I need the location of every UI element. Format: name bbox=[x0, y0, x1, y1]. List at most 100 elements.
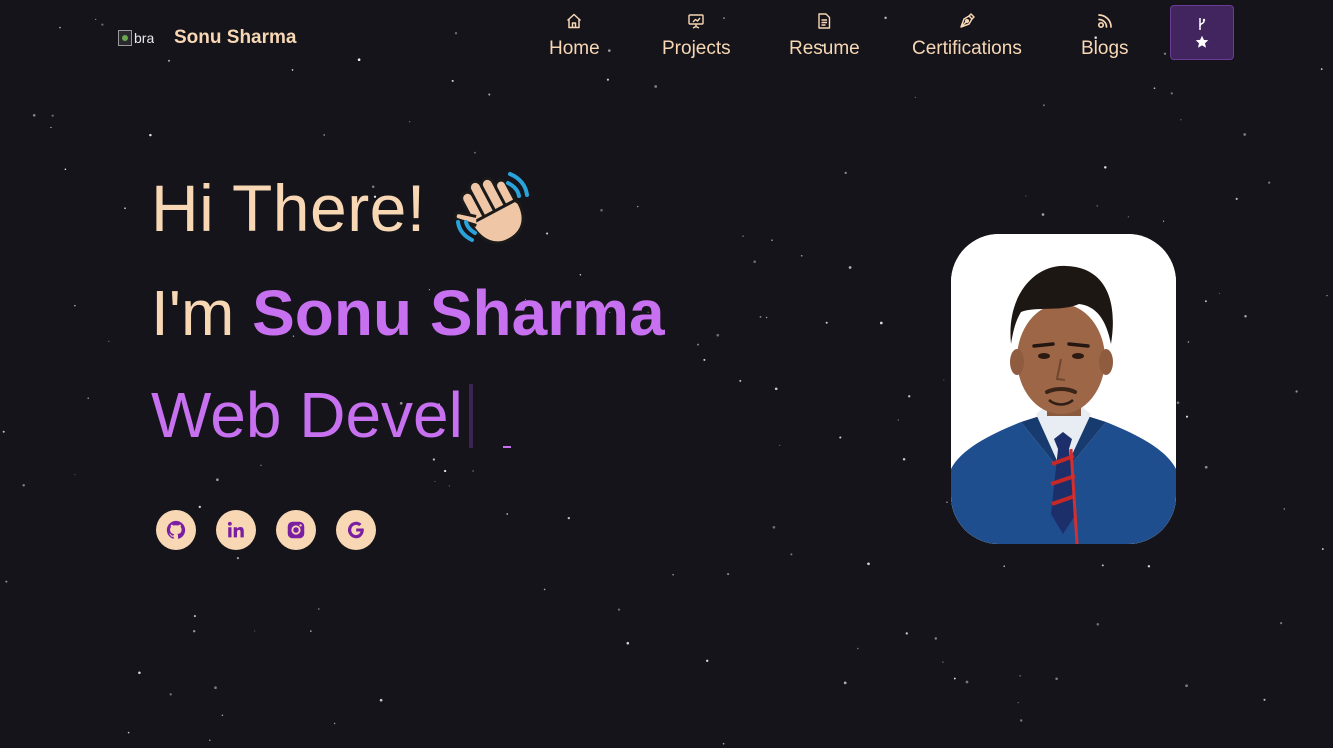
star bbox=[74, 304, 76, 307]
nav-home-label: Home bbox=[549, 38, 600, 59]
google-icon bbox=[347, 521, 364, 539]
star bbox=[216, 478, 219, 481]
google-link[interactable] bbox=[336, 510, 376, 550]
star bbox=[779, 444, 781, 446]
name-prefix: I'm bbox=[151, 277, 235, 349]
profile-photo bbox=[951, 234, 1176, 544]
star bbox=[1101, 564, 1104, 567]
typewriter-underscore bbox=[503, 446, 511, 448]
typed-text: Web Devel bbox=[151, 379, 463, 451]
star bbox=[1326, 295, 1328, 297]
star bbox=[1263, 698, 1266, 701]
nav-resume[interactable]: Resume bbox=[789, 12, 860, 60]
star bbox=[1104, 166, 1107, 169]
star bbox=[739, 379, 742, 382]
star bbox=[193, 630, 196, 633]
star bbox=[1096, 205, 1098, 207]
star bbox=[50, 126, 52, 129]
star bbox=[626, 641, 630, 645]
nav-resume-label: Resume bbox=[789, 38, 860, 59]
star bbox=[87, 397, 89, 399]
home-icon bbox=[565, 12, 583, 30]
brand-logo[interactable]: brand bbox=[118, 26, 154, 50]
star bbox=[1127, 216, 1129, 218]
star bbox=[697, 343, 699, 346]
brand-logo-alt-text: brand bbox=[134, 30, 154, 46]
star bbox=[209, 739, 211, 741]
star bbox=[1235, 197, 1238, 200]
star bbox=[1019, 675, 1021, 677]
star bbox=[765, 316, 768, 319]
star bbox=[443, 469, 447, 473]
star bbox=[848, 266, 852, 269]
star bbox=[32, 113, 36, 117]
star bbox=[472, 470, 474, 472]
star bbox=[22, 484, 25, 487]
star bbox=[722, 742, 725, 745]
star bbox=[774, 387, 778, 391]
star bbox=[236, 556, 240, 560]
github-link[interactable] bbox=[156, 510, 196, 550]
nav-home[interactable]: Home bbox=[549, 12, 600, 60]
nav-certifications-label: Certifications bbox=[912, 38, 1022, 59]
star bbox=[825, 321, 828, 324]
star bbox=[1268, 181, 1271, 184]
nav-projects-label: Projects bbox=[662, 38, 731, 59]
star bbox=[434, 480, 436, 482]
star bbox=[1163, 220, 1165, 222]
hero-greeting: Hi There! bbox=[151, 168, 532, 248]
star bbox=[74, 474, 76, 476]
instagram-icon bbox=[287, 521, 305, 539]
typewriter-caret bbox=[468, 384, 473, 448]
github-icon bbox=[166, 520, 186, 539]
waving-hand-icon bbox=[453, 168, 532, 248]
nav-blogs[interactable]: Blogs bbox=[1081, 12, 1129, 60]
star bbox=[260, 464, 262, 466]
star bbox=[706, 659, 709, 662]
star bbox=[506, 513, 509, 515]
star bbox=[1204, 300, 1207, 303]
presentation-icon bbox=[687, 12, 705, 30]
star bbox=[1204, 465, 1208, 469]
star bbox=[1244, 314, 1247, 318]
star bbox=[127, 731, 130, 734]
star bbox=[942, 661, 944, 663]
star bbox=[1218, 292, 1220, 294]
star bbox=[1096, 623, 1100, 626]
star bbox=[1170, 92, 1173, 95]
star bbox=[600, 209, 603, 212]
nav-projects[interactable]: Projects bbox=[662, 12, 731, 60]
star bbox=[742, 235, 744, 237]
star bbox=[759, 315, 762, 318]
star bbox=[857, 647, 859, 650]
star bbox=[64, 168, 67, 171]
rss-icon bbox=[1096, 12, 1114, 30]
star bbox=[844, 171, 847, 175]
brand-name[interactable]: Sonu Sharma bbox=[174, 27, 296, 49]
star bbox=[867, 562, 870, 566]
hero-intro: I'm Sonu Sharma bbox=[151, 276, 665, 350]
star bbox=[1003, 565, 1005, 567]
star bbox=[214, 686, 217, 690]
star bbox=[727, 573, 730, 576]
star bbox=[310, 630, 312, 632]
star bbox=[943, 379, 945, 381]
star bbox=[323, 134, 326, 136]
star bbox=[839, 436, 842, 439]
star bbox=[1185, 415, 1189, 418]
star bbox=[221, 714, 224, 717]
document-icon bbox=[815, 12, 833, 30]
star bbox=[543, 588, 546, 591]
star bbox=[198, 505, 201, 509]
star bbox=[254, 630, 256, 632]
star bbox=[914, 96, 917, 99]
instagram-link[interactable] bbox=[276, 510, 316, 550]
nav-certifications[interactable]: Certifications bbox=[912, 12, 1022, 60]
star bbox=[1279, 621, 1283, 625]
github-fork-button[interactable] bbox=[1170, 5, 1234, 60]
brand[interactable]: brand Sonu Sharma bbox=[118, 20, 296, 56]
star bbox=[379, 698, 383, 702]
star bbox=[790, 553, 793, 556]
star bbox=[474, 151, 476, 154]
linkedin-link[interactable] bbox=[216, 510, 256, 550]
